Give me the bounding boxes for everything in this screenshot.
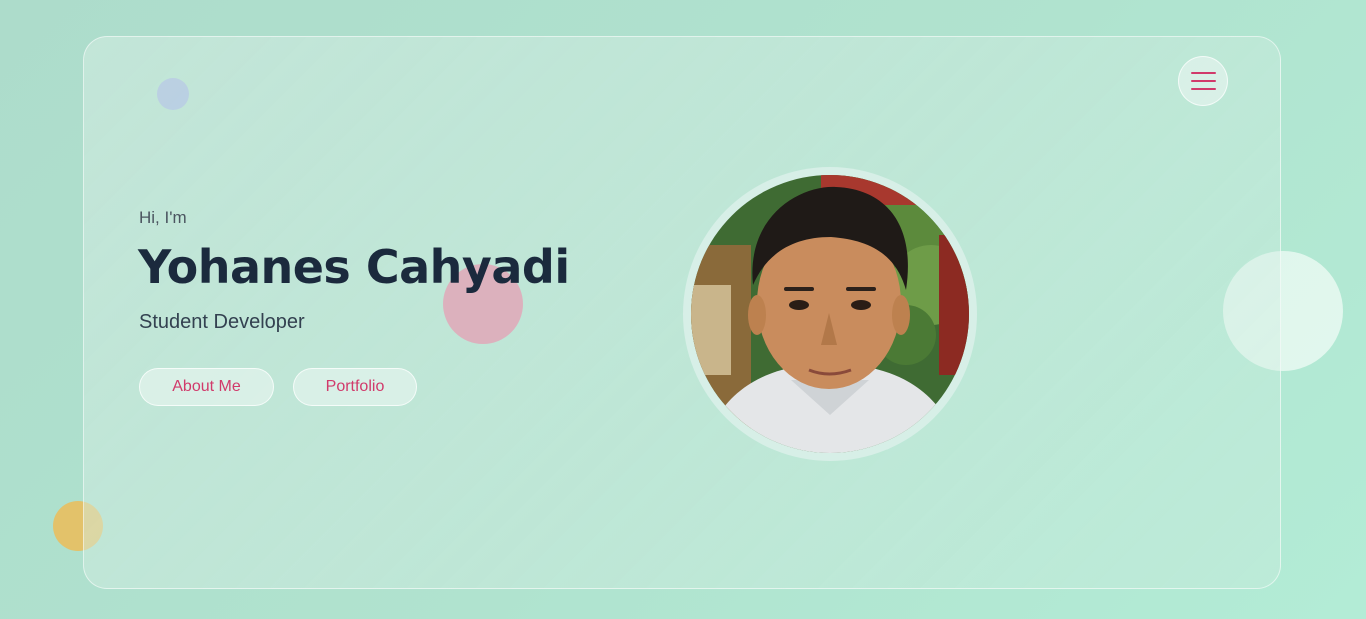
greeting-text: Hi, I'm [139, 208, 187, 227]
hero-role: Student Developer [139, 311, 305, 333]
portfolio-button[interactable]: Portfolio [293, 368, 417, 406]
profile-photo-frame [683, 167, 977, 461]
menu-button[interactable] [1178, 56, 1228, 106]
about-me-button[interactable]: About Me [139, 368, 274, 406]
profile-photo [691, 175, 969, 453]
hamburger-menu-icon [1191, 72, 1216, 74]
hero-name: Yohanes Cahyadi [138, 240, 570, 294]
